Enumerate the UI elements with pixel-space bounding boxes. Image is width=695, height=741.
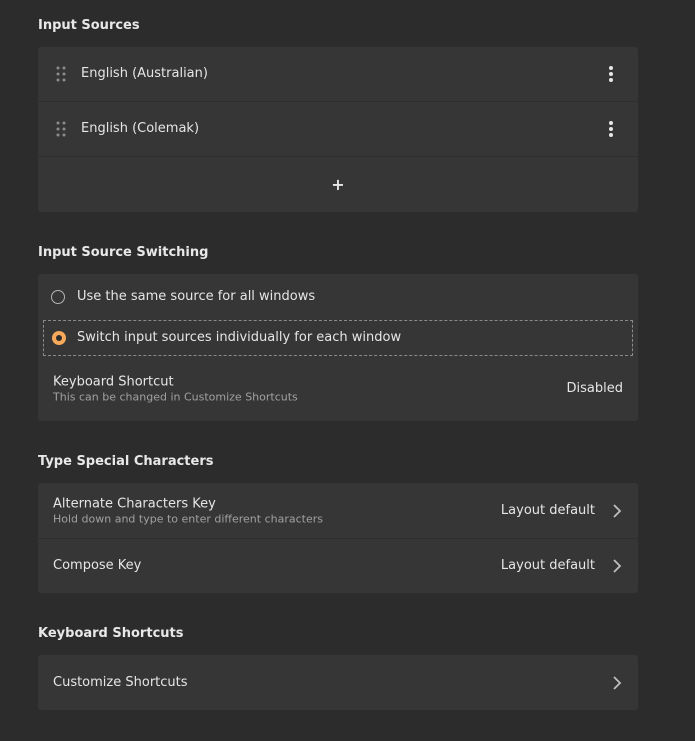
add-input-source-button[interactable]: +	[38, 157, 638, 212]
compose-key-row[interactable]: Compose Key Layout default	[38, 539, 638, 593]
keyboard-shortcut-label: Keyboard Shortcut	[53, 374, 174, 389]
input-source-label: English (Colemak)	[81, 121, 200, 136]
compose-key-label: Compose Key	[53, 558, 142, 573]
keyboard-shortcut-value: Disabled	[566, 380, 623, 396]
plus-icon: +	[331, 175, 345, 194]
section-title-input-source-switching: Input Source Switching	[38, 245, 209, 260]
radio-button-unchecked[interactable]	[51, 290, 65, 304]
section-title-input-sources: Input Sources	[38, 18, 140, 33]
alternate-characters-key-row[interactable]: Alternate Characters Key Hold down and t…	[38, 483, 638, 539]
keyboard-shortcut-subtitle: This can be changed in Customize Shortcu…	[53, 390, 298, 403]
chevron-right-icon	[613, 503, 622, 518]
radio-option-label: Switch input sources individually for ea…	[77, 330, 402, 345]
input-sources-card: English (Australian) English (Colemak) +	[38, 47, 638, 212]
customize-shortcuts-row[interactable]: Customize Shortcuts	[38, 655, 638, 710]
input-source-row[interactable]: English (Colemak)	[38, 102, 638, 157]
keyboard-settings-page: Input Sources English (Australian) Engli…	[0, 0, 695, 741]
drag-handle-icon[interactable]	[56, 121, 66, 137]
alternate-characters-label: Alternate Characters Key	[53, 496, 216, 511]
input-source-label: English (Australian)	[81, 66, 208, 81]
compose-key-value: Layout default	[500, 558, 595, 573]
keyboard-shortcuts-card: Customize Shortcuts	[38, 655, 638, 710]
input-source-switching-card: Use the same source for all windows Swit…	[38, 274, 638, 421]
drag-handle-icon[interactable]	[56, 66, 66, 82]
chevron-right-icon	[613, 675, 622, 690]
chevron-right-icon	[613, 559, 622, 573]
radio-button-checked[interactable]	[52, 331, 66, 345]
radio-option-same-source[interactable]: Use the same source for all windows	[38, 274, 638, 320]
keyboard-shortcut-text: Keyboard Shortcut This can be changed in…	[53, 374, 298, 403]
alternate-characters-text: Alternate Characters Key Hold down and t…	[53, 496, 323, 525]
more-options-icon[interactable]	[606, 65, 616, 83]
more-options-icon[interactable]	[606, 120, 616, 138]
section-title-special-characters: Type Special Characters	[38, 454, 214, 469]
radio-option-label: Use the same source for all windows	[77, 289, 316, 304]
radio-option-per-window[interactable]: Switch input sources individually for ea…	[38, 320, 638, 356]
special-characters-card: Alternate Characters Key Hold down and t…	[38, 483, 638, 593]
customize-shortcuts-label: Customize Shortcuts	[53, 674, 188, 690]
alternate-characters-subtitle: Hold down and type to enter different ch…	[53, 512, 323, 525]
section-title-keyboard-shortcuts: Keyboard Shortcuts	[38, 626, 184, 641]
keyboard-shortcut-row[interactable]: Keyboard Shortcut This can be changed in…	[38, 356, 638, 421]
alternate-characters-value: Layout default	[500, 502, 595, 518]
input-source-row[interactable]: English (Australian)	[38, 47, 638, 102]
